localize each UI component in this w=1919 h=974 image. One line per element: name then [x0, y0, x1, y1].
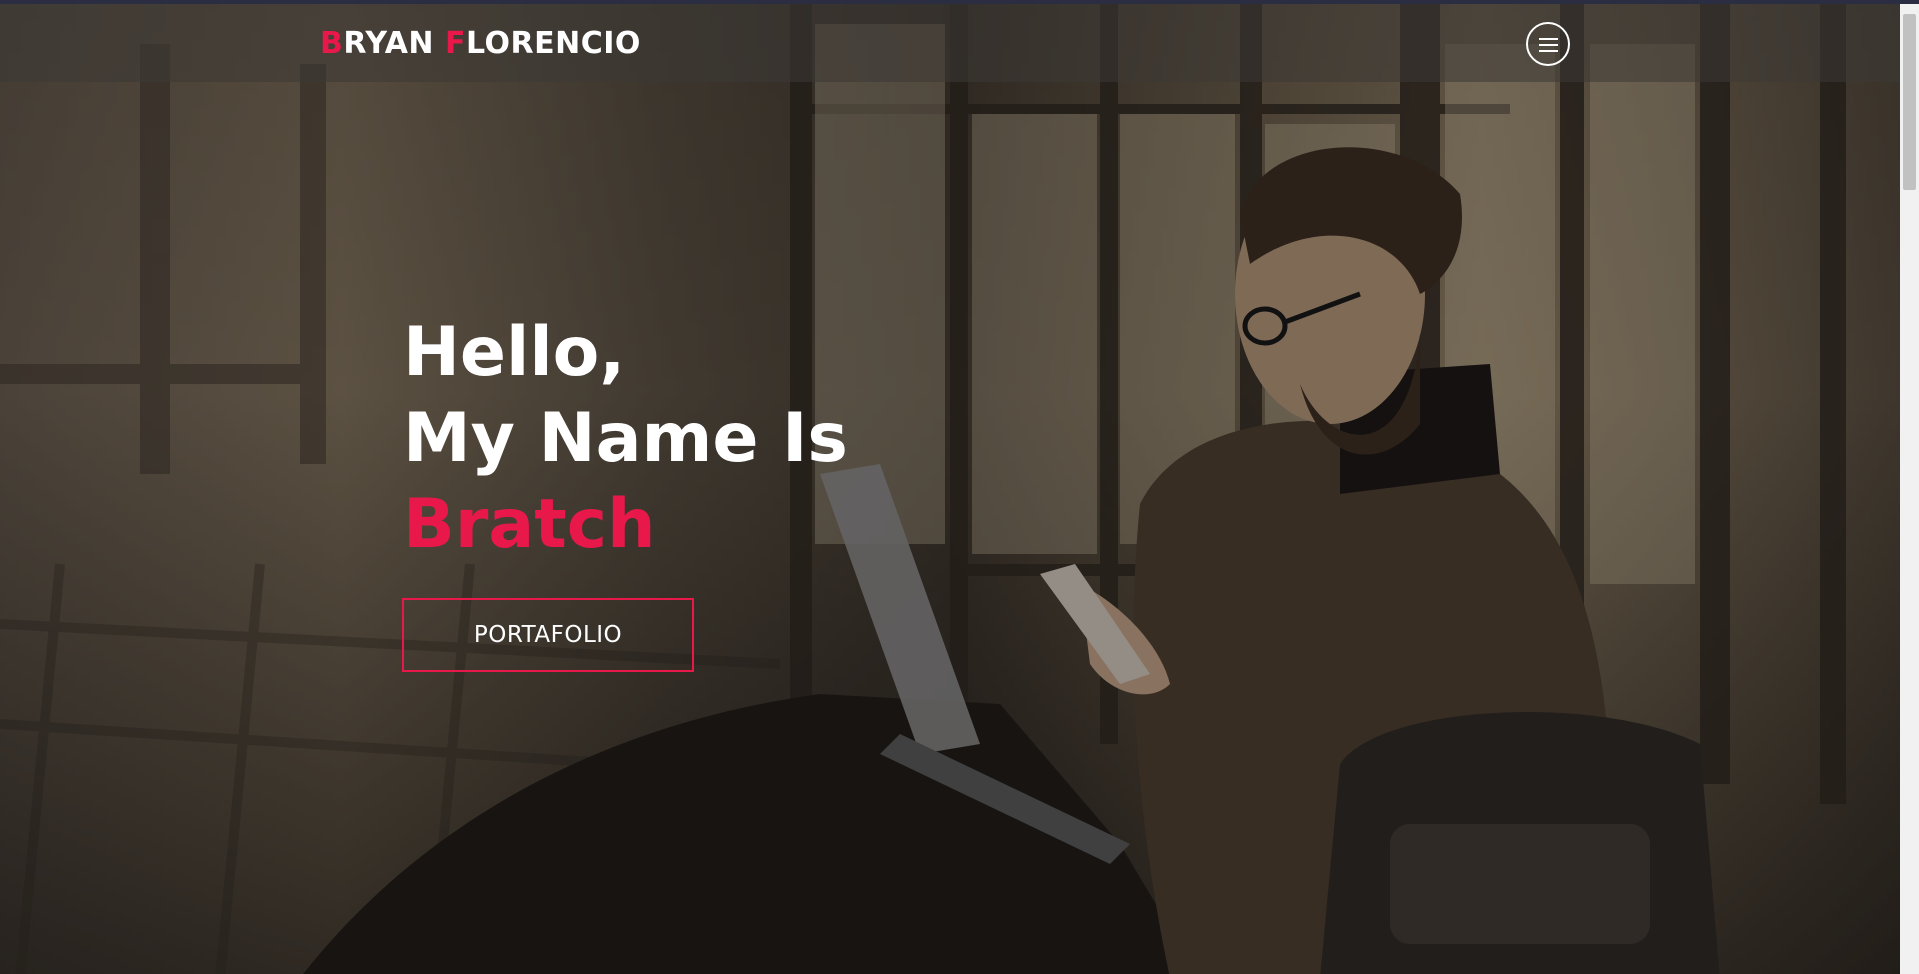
page-viewport: BRYAN FLORENCIO Hello, My Name Is Bratch…	[0, 0, 1900, 974]
menu-line-icon	[1539, 50, 1558, 52]
menu-line-icon	[1539, 38, 1558, 40]
portafolio-button[interactable]: PORTAFOLIO	[402, 598, 694, 672]
hero-name: Bratch	[403, 485, 656, 564]
brand-logo[interactable]: BRYAN FLORENCIO	[320, 26, 641, 61]
hero-greeting: Hello,	[403, 313, 626, 392]
hero-headline: Hello, My Name Is Bratch	[403, 310, 848, 568]
hero-dark-overlay	[0, 4, 1900, 974]
brand-last-rest: LORENCIO	[465, 26, 641, 61]
browser-top-edge	[0, 0, 1919, 4]
brand-last-initial: F	[444, 26, 466, 61]
menu-line-icon	[1539, 44, 1558, 46]
scrollbar-thumb[interactable]	[1903, 14, 1916, 190]
hero-intro: My Name Is	[403, 399, 848, 478]
brand-first-initial: B	[320, 26, 344, 61]
brand-first-rest: RYAN	[343, 26, 445, 61]
page-scrollbar[interactable]	[1900, 4, 1919, 974]
top-navbar: BRYAN FLORENCIO	[0, 4, 1900, 82]
hamburger-menu-icon[interactable]	[1526, 22, 1570, 66]
hero-section	[0, 4, 1900, 974]
